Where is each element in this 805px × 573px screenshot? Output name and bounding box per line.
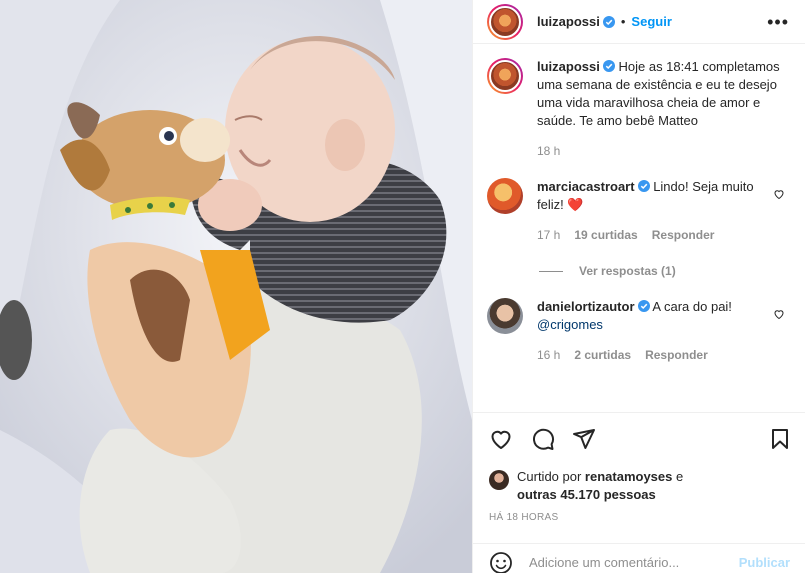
comment-likes[interactable]: 2 curtidas <box>574 346 631 364</box>
view-replies-button[interactable]: Ver respostas (1) <box>539 264 789 278</box>
author-username[interactable]: luizapossi <box>537 14 600 29</box>
commenter-avatar[interactable] <box>487 298 523 334</box>
red-heart-emoji: ❤️ <box>567 197 584 212</box>
comment-time[interactable]: 17 h <box>537 226 560 244</box>
separator-dot: • <box>620 14 626 29</box>
baby-photo-illustration <box>0 0 472 573</box>
comments-list: luizapossi Hoje as 18:41 completamos uma… <box>473 44 805 414</box>
view-replies-label: Ver respostas (1) <box>579 264 676 278</box>
liked-by: Curtido por renatamoyses e outras 45.170… <box>489 468 683 504</box>
publish-button[interactable]: Publicar <box>739 555 790 570</box>
liker-username[interactable]: renatamoyses <box>585 469 672 484</box>
comment-text: A cara do pai! <box>652 299 732 314</box>
comment-input[interactable] <box>529 555 739 570</box>
post-details-panel: luizapossi • Seguir ••• luizapossi Hoje … <box>472 0 805 573</box>
like-heart-icon[interactable] <box>489 427 513 451</box>
reply-button[interactable]: Responder <box>652 226 715 244</box>
commenter-username[interactable]: danielortizautor <box>537 299 635 314</box>
comment-composer: Publicar <box>473 543 805 573</box>
emoji-picker-icon[interactable] <box>489 551 513 573</box>
comment-item: danielortizautor A cara do pai! @crigome… <box>487 298 789 364</box>
comment-item: marciacastroart Lindo! Seja muito feliz!… <box>487 178 789 244</box>
comment-likes[interactable]: 19 curtidas <box>574 226 637 244</box>
replies-divider <box>539 270 563 272</box>
save-bookmark-icon[interactable] <box>768 427 792 451</box>
commenter-username[interactable]: marciacastroart <box>537 179 635 194</box>
author-avatar[interactable] <box>487 3 523 40</box>
instagram-post-modal: luizapossi • Seguir ••• luizapossi Hoje … <box>0 0 805 573</box>
verified-badge-icon <box>637 300 650 312</box>
post-photo[interactable] <box>0 0 472 573</box>
post-header: luizapossi • Seguir ••• <box>473 0 805 44</box>
like-comment-heart-icon[interactable] <box>773 188 785 200</box>
post-timestamp[interactable]: HÁ 18 HORAS <box>489 512 558 523</box>
follow-button[interactable]: Seguir <box>631 14 671 29</box>
action-bar <box>473 412 805 462</box>
commenter-avatar[interactable] <box>487 178 523 214</box>
reply-button[interactable]: Responder <box>645 346 708 364</box>
liked-by-prefix: Curtido por <box>517 469 585 484</box>
caption: luizapossi Hoje as 18:41 completamos uma… <box>487 58 789 160</box>
comment-time[interactable]: 16 h <box>537 346 560 364</box>
comment-mention-link[interactable]: @crigomes <box>537 317 603 332</box>
verified-badge-icon <box>602 60 615 72</box>
liker-avatar[interactable] <box>489 470 509 490</box>
share-paper-plane-icon[interactable] <box>572 427 596 451</box>
caption-time[interactable]: 18 h <box>537 142 560 160</box>
likes-count-link[interactable]: outras 45.170 pessoas <box>517 487 656 502</box>
verified-badge-icon <box>602 15 615 28</box>
comment-bubble-icon[interactable] <box>531 427 555 451</box>
liked-by-conjunction: e <box>672 469 684 484</box>
caption-avatar[interactable] <box>487 58 523 94</box>
like-comment-heart-icon[interactable] <box>773 308 785 320</box>
verified-badge-icon <box>637 180 650 192</box>
more-options-icon[interactable]: ••• <box>767 12 789 33</box>
caption-username[interactable]: luizapossi <box>537 59 600 74</box>
